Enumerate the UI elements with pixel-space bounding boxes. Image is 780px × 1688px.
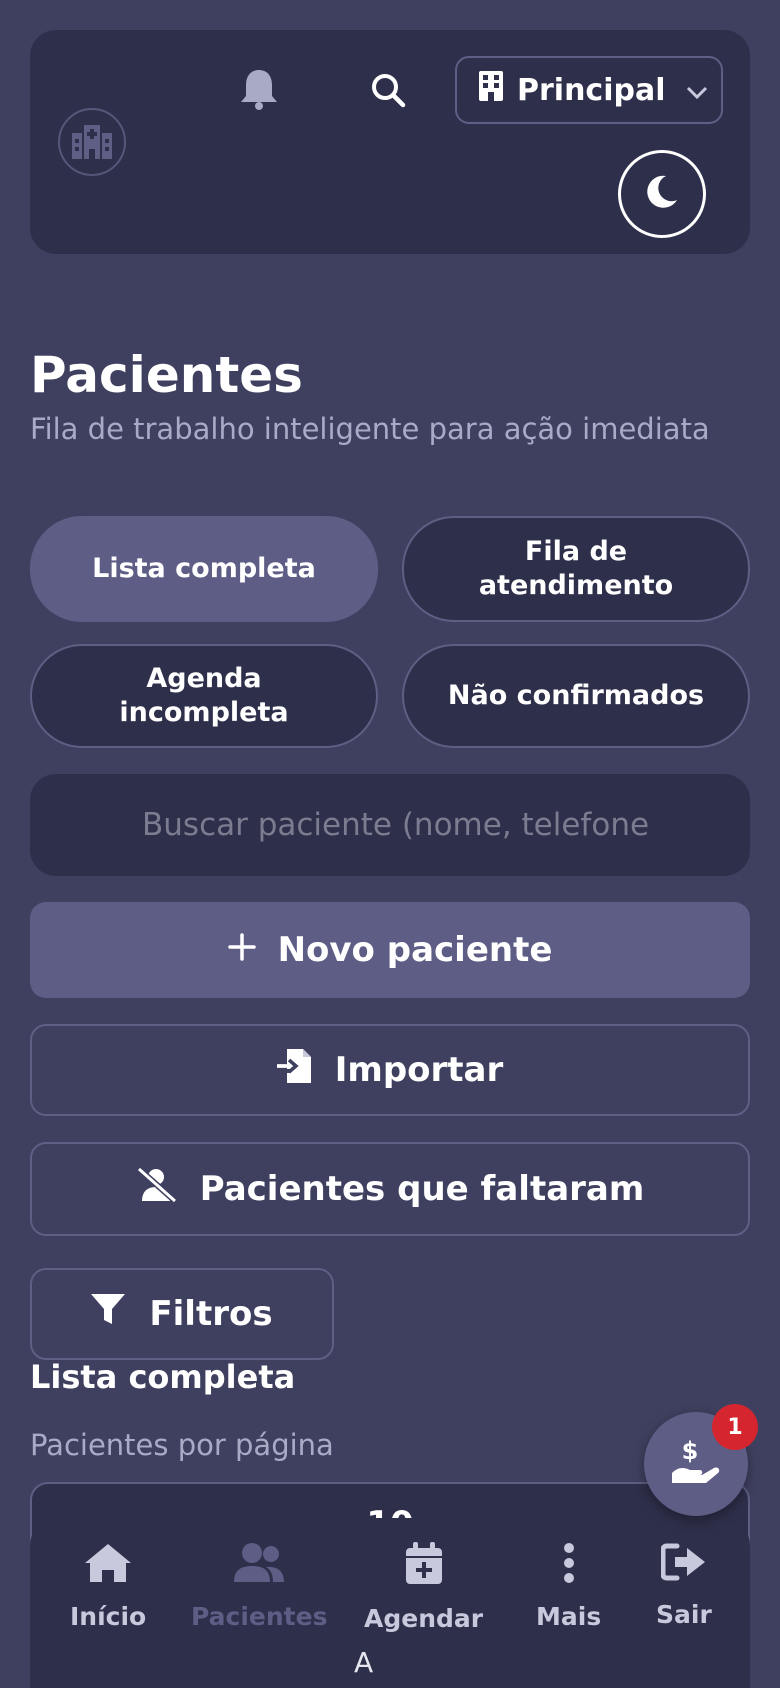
filters-button[interactable]: Filtros (30, 1268, 334, 1360)
overflow-text: A (354, 1646, 374, 1679)
nav-item-agendar[interactable]: Agendar (364, 1542, 483, 1633)
building-icon (479, 71, 503, 109)
page-title: Pacientes (30, 346, 303, 404)
calendar-plus-icon (404, 1542, 444, 1592)
nav-item-inicio[interactable]: Início (70, 1542, 146, 1631)
unit-select-label: Principal (517, 72, 666, 108)
tab-agenda-incompleta[interactable]: Agenda incompleta (30, 644, 378, 748)
nav-item-pacientes[interactable]: Pacientes (191, 1542, 327, 1631)
logout-icon (660, 1542, 707, 1588)
theme-toggle-button[interactable] (618, 150, 706, 238)
nav-label: Sair (656, 1600, 712, 1629)
search-icon[interactable] (366, 68, 410, 112)
filters-label: Filtros (149, 1294, 273, 1334)
home-icon (83, 1542, 133, 1590)
unit-select[interactable]: Principal (455, 56, 723, 124)
bottom-nav: Início Pacientes Agendar Mais Sair (30, 1518, 750, 1688)
section-title: Lista completa (30, 1358, 296, 1396)
import-button[interactable]: Importar (30, 1024, 750, 1116)
tab-lista-completa[interactable]: Lista completa (30, 516, 378, 622)
import-label: Importar (334, 1050, 504, 1090)
nav-item-sair[interactable]: Sair (656, 1542, 712, 1629)
nav-item-mais[interactable]: Mais (536, 1542, 601, 1631)
moon-icon (646, 175, 678, 213)
page-subtitle: Fila de trabalho inteligente para ação i… (30, 412, 710, 446)
missed-patients-button[interactable]: Pacientes que faltaram (30, 1142, 750, 1236)
notification-badge: 1 (712, 1404, 758, 1450)
tab-label: Lista completa (92, 553, 316, 584)
tab-nao-confirmados[interactable]: Não confirmados (402, 644, 750, 748)
svg-text:$: $ (682, 1437, 699, 1465)
tab-label: Agenda incompleta (119, 663, 289, 728)
more-vertical-icon (562, 1542, 576, 1590)
bell-icon[interactable] (236, 66, 282, 112)
plus-icon (227, 930, 256, 970)
hand-dollar-icon: $ (670, 1437, 722, 1491)
tab-label: Fila de atendimento (478, 536, 674, 601)
new-patient-label: Novo paciente (277, 930, 553, 970)
nav-label: Início (70, 1602, 147, 1631)
patient-search-input[interactable] (142, 807, 656, 843)
missed-patients-label: Pacientes que faltaram (199, 1169, 645, 1209)
hospital-icon[interactable] (58, 108, 126, 176)
per-page-label: Pacientes por página (30, 1428, 334, 1462)
users-icon (232, 1542, 286, 1590)
filter-icon (91, 1293, 126, 1335)
new-patient-button[interactable]: Novo paciente (30, 902, 750, 998)
nav-label: Pacientes (191, 1602, 328, 1631)
chevron-down-icon (686, 73, 708, 108)
file-import-icon (276, 1048, 313, 1092)
tab-label: Não confirmados (447, 680, 705, 711)
tab-fila-de-atendimento[interactable]: Fila de atendimento (402, 516, 750, 622)
nav-label: Mais (536, 1602, 602, 1631)
nav-label: Agendar (364, 1604, 484, 1633)
patient-search (30, 774, 750, 876)
top-header: Principal (30, 30, 750, 254)
user-slash-icon (136, 1166, 178, 1211)
